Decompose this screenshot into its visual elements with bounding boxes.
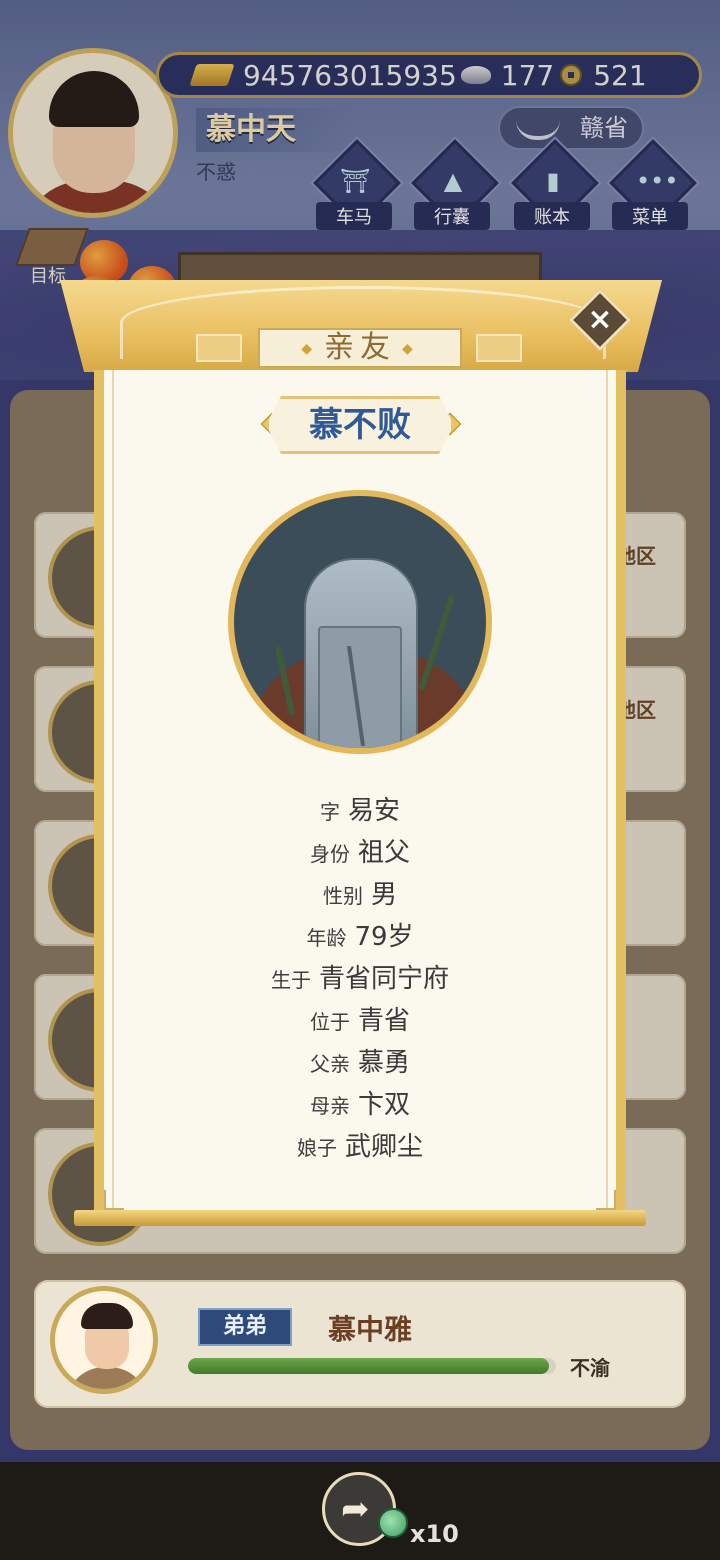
modal-title-text: 亲友 [324, 330, 396, 365]
share-icon: ➦ [341, 1489, 370, 1529]
info-row-gender: 性别男 [322, 880, 397, 910]
relative-name: 慕不败 [309, 405, 411, 445]
health-bar [188, 1358, 556, 1374]
relation-tag: 弟弟 [198, 1308, 292, 1346]
info-row-wife: 娘子 武卿尘 [296, 1132, 423, 1162]
header-ornament [196, 334, 242, 362]
corner-ornament [104, 1190, 124, 1210]
corner-ornament [596, 1190, 616, 1210]
relative-avatar [50, 1286, 158, 1394]
token-count: x10 [410, 1520, 459, 1548]
info-row-courtesy: 字易安 [319, 796, 400, 826]
jade-token-icon [378, 1508, 408, 1538]
relative-name-banner: 慕不败 [266, 396, 454, 454]
tombstone-icon [234, 496, 486, 748]
info-row-identity: 身份 祖父 [309, 838, 410, 868]
relative-card-name: 慕中雅 [328, 1313, 413, 1346]
header-ornament [476, 334, 522, 362]
relation-status: 不渝 [570, 1356, 610, 1380]
modal-title: ◆ 亲友 ◆ [258, 328, 462, 368]
close-icon: × [587, 302, 613, 337]
info-row-birthplace: 生于 青省同宁府 [270, 964, 449, 994]
info-row-age: 年龄 79岁 [306, 922, 414, 952]
info-row-mother: 母亲 卞双 [309, 1090, 410, 1120]
tombstone-portrait [228, 490, 492, 754]
health-bar-fill [188, 1358, 549, 1374]
info-row-location: 位于 青省 [309, 1006, 410, 1036]
relative-info-list: 字易安 身份 祖父 性别男 年龄 79岁 生于 青省同宁府 位于 青省 父亲 慕勇 母亲卞… [112, 790, 608, 1168]
scroll-bottom-rod [74, 1210, 646, 1226]
info-row-father: 父亲 慕勇 [309, 1048, 410, 1078]
